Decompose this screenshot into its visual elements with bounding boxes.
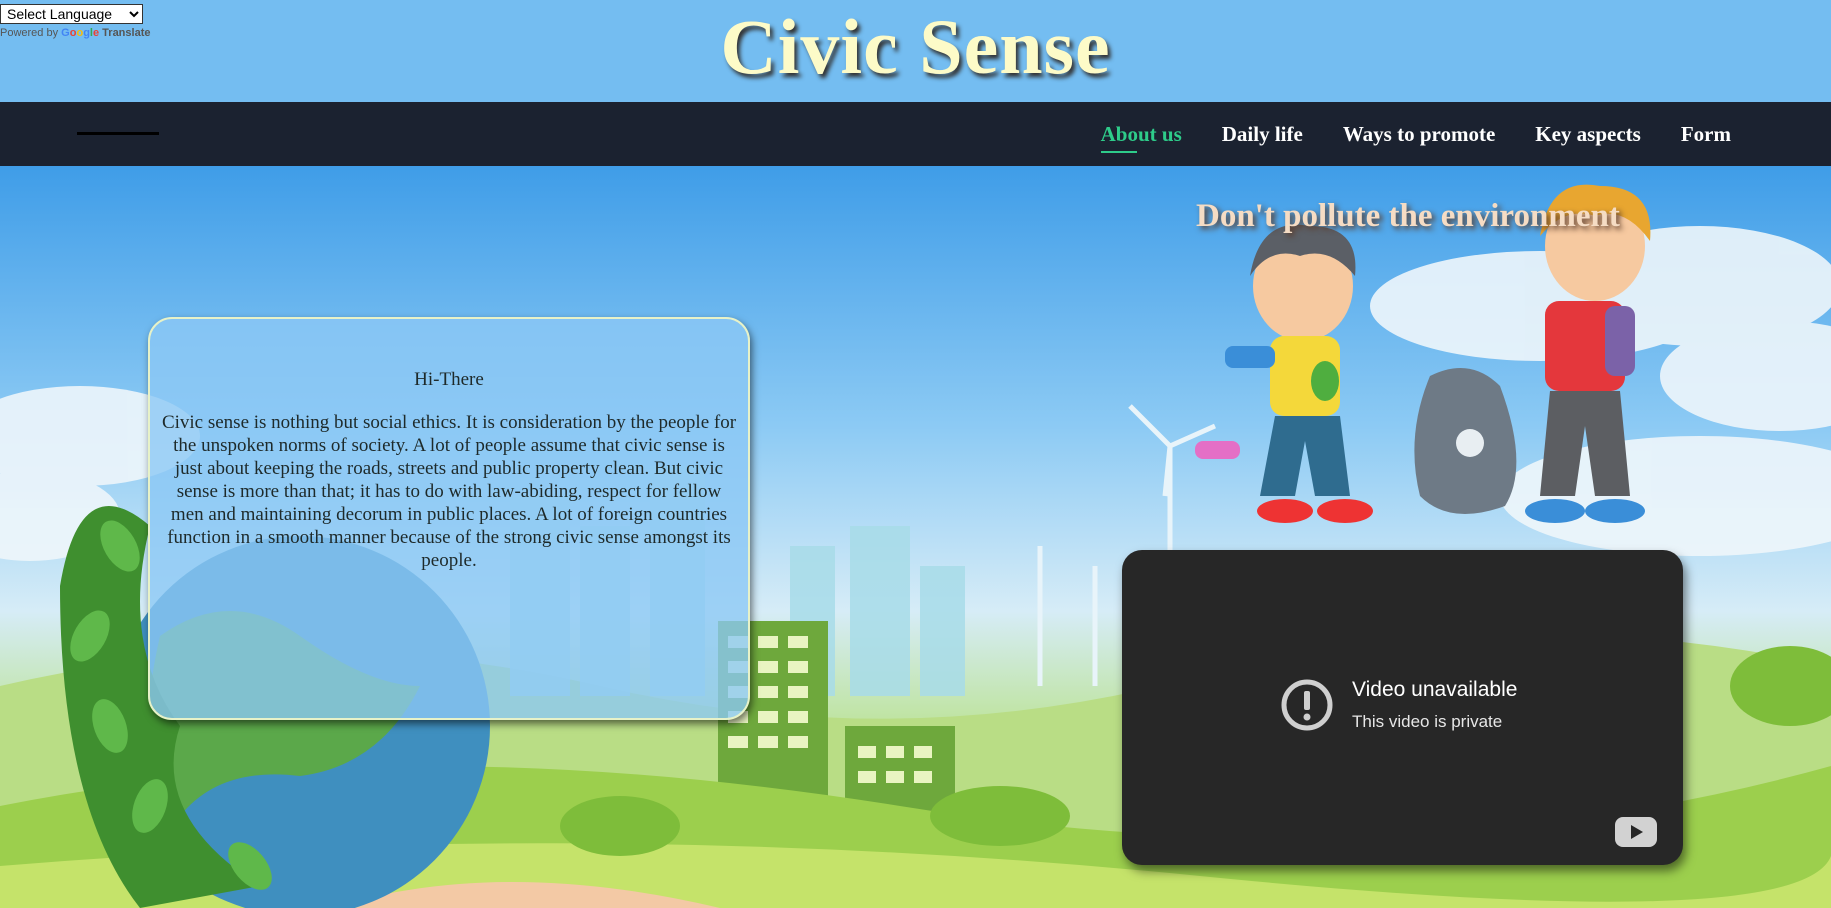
nav-item-ways-to-promote[interactable]: Ways to promote	[1343, 122, 1495, 147]
nav-items: About us Daily life Ways to promote Key …	[1100, 102, 1731, 166]
nav-divider	[77, 132, 159, 135]
youtube-icon[interactable]	[1615, 817, 1657, 847]
card-text: Civic sense is nothing but social ethics…	[161, 412, 737, 571]
alert-circle-icon	[1281, 679, 1333, 731]
video-subtitle: This video is private	[1352, 712, 1503, 731]
video-title: Video unavailable	[1352, 678, 1518, 701]
video-embed[interactable]: Video unavailable This video is private	[1122, 550, 1683, 865]
video-message-text: Video unavailable This video is private	[1352, 678, 1517, 732]
nav-item-key-aspects[interactable]: Key aspects	[1535, 122, 1641, 147]
slogan-heading: Don't pollute the environment	[1196, 198, 1620, 234]
hero-section: Hi-There Civic sense is nothing but soci…	[0, 166, 1831, 908]
nav-item-daily-life[interactable]: Daily life	[1222, 122, 1303, 147]
site-title: Civic Sense	[720, 3, 1111, 90]
card-title: Hi-There	[414, 369, 484, 390]
video-unavailable-message: Video unavailable This video is private	[1280, 678, 1517, 732]
nav-item-form[interactable]: Form	[1681, 122, 1731, 147]
site-header: Select Language Powered by Google Transl…	[0, 0, 1831, 102]
main-nav: About us Daily life Ways to promote Key …	[0, 102, 1831, 166]
nav-item-about-us[interactable]: About us	[1100, 122, 1182, 153]
about-card: Hi-There Civic sense is nothing but soci…	[148, 317, 750, 720]
